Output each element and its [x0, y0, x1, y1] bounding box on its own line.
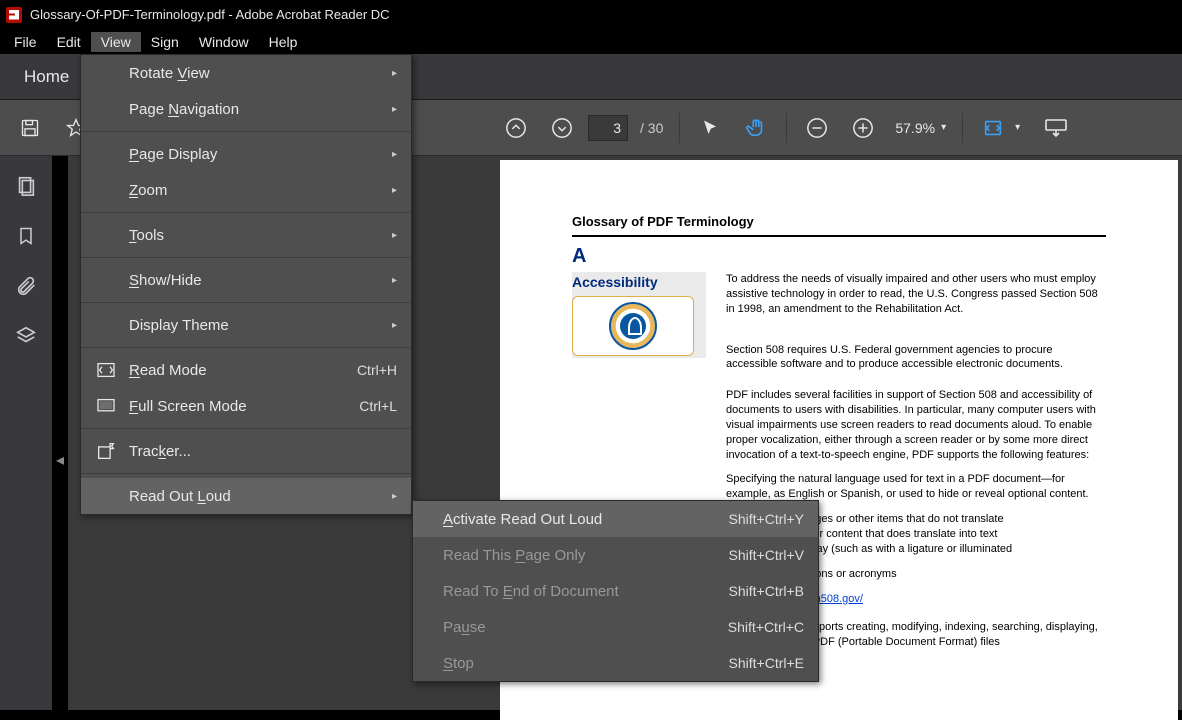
menu-display-theme[interactable]: Display Theme▸	[81, 307, 411, 343]
chevron-down-icon[interactable]: ▾	[1015, 122, 1020, 133]
submenu-arrow-icon: ▸	[392, 320, 397, 331]
menu-separator	[81, 257, 411, 258]
menu-separator	[81, 212, 411, 213]
page-number-input[interactable]	[588, 115, 628, 141]
menu-page-display[interactable]: Page Display▸	[81, 136, 411, 172]
thumbnails-icon[interactable]	[14, 174, 38, 198]
section-letter: A	[572, 245, 1106, 268]
menu-rotate-view[interactable]: Rotate View▸	[81, 55, 411, 91]
read-mode-icon	[95, 359, 117, 381]
app-icon	[6, 7, 22, 23]
menu-sign[interactable]: Sign	[141, 32, 189, 52]
menu-zoom[interactable]: Zoom▸	[81, 172, 411, 208]
menu-file[interactable]: File	[4, 32, 47, 52]
menu-pause: PauseShift+Ctrl+C	[413, 609, 818, 645]
view-menu-dropdown: Rotate View▸ Page Navigation▸ Page Displ…	[80, 54, 412, 515]
shortcut-label: Shift+Ctrl+Y	[729, 511, 804, 527]
menu-view[interactable]: View	[91, 32, 141, 52]
shortcut-label: Shift+Ctrl+B	[729, 583, 804, 599]
menu-separator	[81, 302, 411, 303]
menu-read-out-loud[interactable]: Read Out Loud▸	[81, 478, 411, 514]
expand-rail-button[interactable]: ◂	[52, 430, 68, 490]
zoom-value: 57.9%	[895, 120, 935, 136]
body-text: To address the needs of visually impaire…	[726, 272, 1106, 317]
save-button[interactable]	[10, 108, 50, 148]
menu-tracker[interactable]: Tracker...	[81, 433, 411, 469]
tracker-icon	[95, 440, 117, 462]
shortcut-label: Shift+Ctrl+C	[728, 619, 804, 635]
page-title: Glossary of PDF Terminology	[572, 214, 1106, 237]
bookmark-icon[interactable]	[14, 224, 38, 248]
left-sidebar-rail	[0, 156, 52, 710]
read-out-loud-submenu: Activate Read Out LoudShift+Ctrl+Y Read …	[412, 500, 819, 682]
page-down-button[interactable]	[542, 108, 582, 148]
menu-tools[interactable]: Tools▸	[81, 217, 411, 253]
menu-activate-rol[interactable]: Activate Read Out LoudShift+Ctrl+Y	[413, 501, 818, 537]
submenu-arrow-icon: ▸	[392, 230, 397, 241]
toolbar-separator	[679, 113, 680, 143]
body-text: Section 508 requires U.S. Federal govern…	[726, 343, 1106, 373]
fit-width-button[interactable]	[973, 108, 1013, 148]
menu-separator	[81, 473, 411, 474]
toolbar-separator	[786, 113, 787, 143]
attachment-icon[interactable]	[14, 274, 38, 298]
menu-separator	[81, 131, 411, 132]
chevron-left-icon: ◂	[56, 450, 64, 470]
window-title: Glossary-Of-PDF-Terminology.pdf - Adobe …	[30, 7, 390, 22]
page-up-button[interactable]	[496, 108, 536, 148]
shortcut-label: Shift+Ctrl+E	[729, 655, 804, 671]
chevron-down-icon: ▾	[941, 122, 946, 133]
menu-show-hide[interactable]: Show/Hide▸	[81, 262, 411, 298]
menu-stop: StopShift+Ctrl+E	[413, 645, 818, 681]
keyboard-button[interactable]	[1036, 108, 1076, 148]
zoom-out-button[interactable]	[797, 108, 837, 148]
layers-icon[interactable]	[14, 324, 38, 348]
menu-help[interactable]: Help	[259, 32, 308, 52]
term-heading: Accessibility	[572, 272, 706, 358]
toolbar-separator	[962, 113, 963, 143]
shortcut-label: Ctrl+H	[357, 362, 397, 378]
shortcut-label: Shift+Ctrl+V	[729, 547, 804, 563]
zoom-in-button[interactable]	[843, 108, 883, 148]
titlebar: Glossary-Of-PDF-Terminology.pdf - Adobe …	[0, 0, 1182, 29]
menubar: File Edit View Sign Window Help	[0, 29, 1182, 54]
submenu-arrow-icon: ▸	[392, 185, 397, 196]
menu-read-to-end: Read To End of DocumentShift+Ctrl+B	[413, 573, 818, 609]
menu-page-navigation[interactable]: Page Navigation▸	[81, 91, 411, 127]
hand-tool-button[interactable]	[736, 108, 776, 148]
certified-seal-image	[572, 296, 694, 356]
menu-window[interactable]: Window	[189, 32, 259, 52]
submenu-arrow-icon: ▸	[392, 68, 397, 79]
body-text: PDF includes several facilities in suppo…	[726, 388, 1106, 462]
select-tool-button[interactable]	[690, 108, 730, 148]
submenu-arrow-icon: ▸	[392, 491, 397, 502]
menu-separator	[81, 347, 411, 348]
menu-fullscreen[interactable]: Full Screen ModeCtrl+L	[81, 388, 411, 424]
submenu-arrow-icon: ▸	[392, 104, 397, 115]
body-text: Specifying the natural language used for…	[726, 472, 1106, 502]
menu-separator	[81, 428, 411, 429]
page-total-label: / 30	[640, 120, 663, 136]
submenu-arrow-icon: ▸	[392, 275, 397, 286]
menu-read-this-page: Read This Page OnlyShift+Ctrl+V	[413, 537, 818, 573]
shortcut-label: Ctrl+L	[359, 398, 397, 414]
menu-edit[interactable]: Edit	[47, 32, 91, 52]
fullscreen-icon	[95, 395, 117, 417]
submenu-arrow-icon: ▸	[392, 149, 397, 160]
term-label: Accessibility	[572, 274, 658, 290]
menu-read-mode[interactable]: Read ModeCtrl+H	[81, 352, 411, 388]
zoom-dropdown[interactable]: 57.9% ▾	[895, 120, 946, 136]
